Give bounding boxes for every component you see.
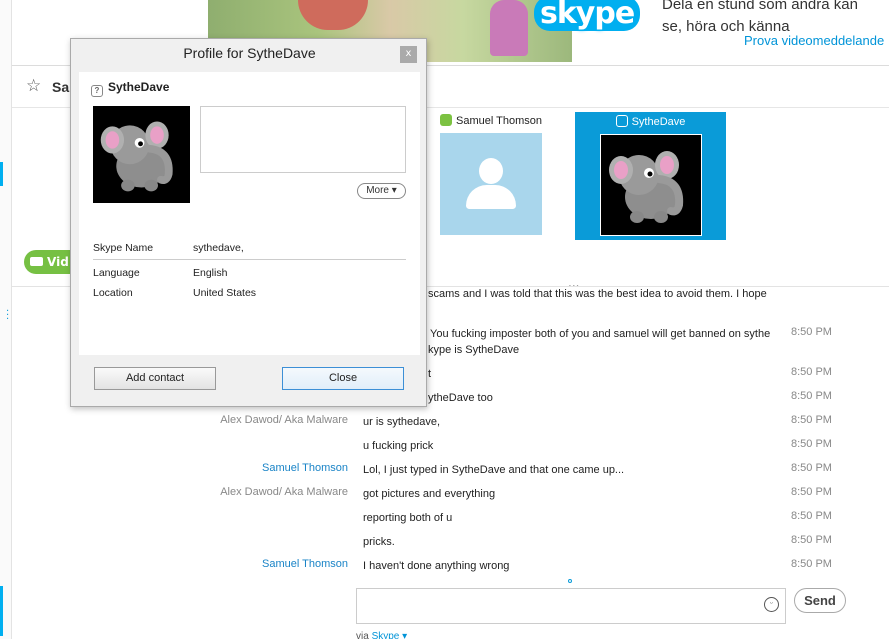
- message-row: pricks. 8:50 PM: [0, 534, 889, 554]
- message-text: u fucking prick: [363, 440, 434, 452]
- info-separator: [93, 259, 406, 260]
- elephant-avatar: [599, 134, 702, 236]
- unknown-status-icon: [615, 115, 628, 127]
- message-time: 8:50 PM: [791, 534, 832, 546]
- message-time: 8:50 PM: [791, 558, 832, 570]
- more-label: More: [366, 185, 389, 196]
- banner-promo-line1: Dela en stund som andra kan: [662, 0, 858, 13]
- close-button[interactable]: Close: [282, 367, 404, 390]
- message-row: Samuel Thomson Lol, I just typed in Syth…: [0, 462, 889, 482]
- message-time: 8:50 PM: [791, 390, 832, 402]
- emoticon-icon[interactable]: ᵕ: [764, 597, 779, 612]
- message-sender[interactable]: Alex Dawod/ Aka Malware: [220, 414, 348, 426]
- message-time: 8:50 PM: [791, 438, 832, 450]
- star-icon[interactable]: ☆: [26, 76, 41, 96]
- typing-indicator-dot: [568, 579, 572, 583]
- info-label: Location: [93, 287, 133, 299]
- chevron-down-icon[interactable]: ▾: [402, 631, 407, 639]
- message-text-line2: kype is SytheDave: [428, 344, 520, 356]
- person-head: [479, 158, 503, 184]
- message-text: t: [428, 368, 432, 380]
- message-row: Alex Dawod/ Aka Malware got pictures and…: [0, 486, 889, 506]
- message-time: 8:50 PM: [791, 486, 832, 498]
- video-camera-icon: [30, 257, 43, 266]
- message-text: You fucking imposter both of you and sam…: [430, 328, 771, 340]
- profile-name-row: ? SytheDave: [91, 80, 169, 97]
- banner-photo-child: [490, 0, 528, 56]
- message-sender[interactable]: Samuel Thomson: [262, 558, 348, 570]
- elephant-image: [100, 121, 173, 192]
- dialog-title: Profile for SytheDave: [183, 45, 316, 61]
- message-input[interactable]: ᵕ: [356, 588, 786, 624]
- skype-logo: skype: [534, 0, 641, 36]
- info-value: English: [193, 267, 228, 279]
- info-value: sythedave,: [193, 242, 244, 254]
- more-button[interactable]: More ▾: [357, 183, 406, 199]
- message-text: scams and I was told that this was the b…: [428, 288, 767, 300]
- message-text: reporting both of u: [363, 512, 453, 524]
- message-row: Alex Dawod/ Aka Malware ur is sythedave,…: [0, 414, 889, 434]
- profile-display-name: SytheDave: [108, 80, 170, 94]
- message-text: pricks.: [363, 536, 395, 548]
- sidebar-selection-marker-bottom: [0, 586, 3, 636]
- video-call-button[interactable]: Vid: [24, 250, 74, 274]
- via-line: via Skype ▾: [356, 631, 407, 639]
- banner-photo-kite: [298, 0, 368, 30]
- message-text: ur is sythedave,: [363, 416, 441, 428]
- via-skype-link[interactable]: Skype: [372, 631, 400, 639]
- participant-sythedave[interactable]: SytheDave: [575, 112, 726, 240]
- participant-name: SytheDave: [575, 115, 726, 128]
- mood-message-box: [200, 106, 406, 173]
- person-body: [466, 185, 516, 209]
- via-prefix: via: [356, 631, 369, 639]
- unknown-status-icon: ?: [91, 85, 103, 97]
- banner-promo-link[interactable]: Prova videomeddelande: [744, 33, 884, 48]
- message-row: reporting both of u 8:50 PM: [0, 510, 889, 530]
- message-time: 8:50 PM: [791, 366, 832, 378]
- message-time: 8:50 PM: [791, 462, 832, 474]
- message-time: 8:50 PM: [791, 326, 832, 338]
- close-icon[interactable]: x: [400, 46, 417, 63]
- online-status-icon: [440, 114, 452, 126]
- add-contact-button[interactable]: Add contact: [94, 367, 216, 390]
- message-sender[interactable]: Samuel Thomson: [262, 462, 348, 474]
- message-row: u fucking prick 8:50 PM: [0, 438, 889, 458]
- skype-window: skype Dela en stund som andra kan se, hö…: [0, 0, 889, 639]
- participant-name: Samuel Thomson: [440, 114, 542, 127]
- message-row: Samuel Thomson I haven't done anything w…: [0, 558, 889, 578]
- sidebar-selection-marker: [0, 162, 3, 186]
- message-text: got pictures and everything: [363, 488, 496, 500]
- participant-samuel[interactable]: Samuel Thomson: [440, 114, 542, 235]
- dialog-body: ? SytheDave More ▾ Skype Name sythedave,…: [79, 72, 420, 355]
- profile-avatar: [93, 106, 190, 203]
- message-time: 8:50 PM: [791, 510, 832, 522]
- resize-handle[interactable]: · · ·: [6, 307, 9, 325]
- info-label: Language: [93, 267, 140, 279]
- info-label: Skype Name: [93, 242, 154, 254]
- message-time: 8:50 PM: [791, 414, 832, 426]
- send-button[interactable]: Send: [794, 588, 846, 613]
- message-sender[interactable]: Alex Dawod/ Aka Malware: [220, 486, 348, 498]
- info-value: United States: [193, 287, 257, 299]
- elephant-image: [608, 151, 683, 223]
- default-avatar: [440, 133, 542, 235]
- message-text: I haven't done anything wrong: [363, 560, 510, 572]
- profile-dialog: Profile for SytheDave x ? SytheDave More…: [70, 38, 427, 407]
- dialog-footer: Add contact Close: [79, 357, 420, 402]
- message-text: Lol, I just typed in SytheDave and that …: [363, 464, 625, 476]
- message-text: ytheDave too: [428, 392, 493, 404]
